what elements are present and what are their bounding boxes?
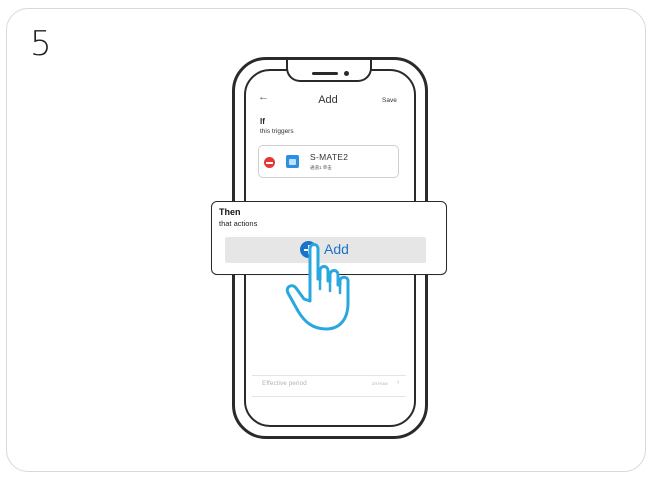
- trigger-device-name: S-MATE2: [310, 152, 349, 162]
- trigger-device-detail: 通道1 单击: [310, 165, 332, 170]
- screen-title: Add: [318, 94, 338, 106]
- device-icon: [286, 155, 299, 168]
- speaker-icon: [312, 72, 338, 75]
- remove-icon[interactable]: [264, 157, 275, 168]
- save-button[interactable]: Save: [382, 97, 397, 104]
- actions-subheading: that actions: [219, 219, 258, 228]
- step-number: 5: [30, 24, 52, 64]
- back-arrow-icon[interactable]: ←: [258, 91, 269, 103]
- divider: [252, 396, 406, 397]
- if-heading: If: [260, 117, 265, 126]
- tap-hand-icon: [285, 243, 350, 331]
- phone-notch: [286, 60, 372, 82]
- camera-icon: [344, 71, 349, 76]
- chevron-right-icon: ›: [397, 379, 400, 386]
- triggers-subheading: this triggers: [260, 128, 294, 135]
- effective-period-value: 24 Hour: [372, 381, 389, 386]
- effective-period-label: Effective period: [262, 380, 307, 387]
- then-heading: Then: [219, 207, 241, 217]
